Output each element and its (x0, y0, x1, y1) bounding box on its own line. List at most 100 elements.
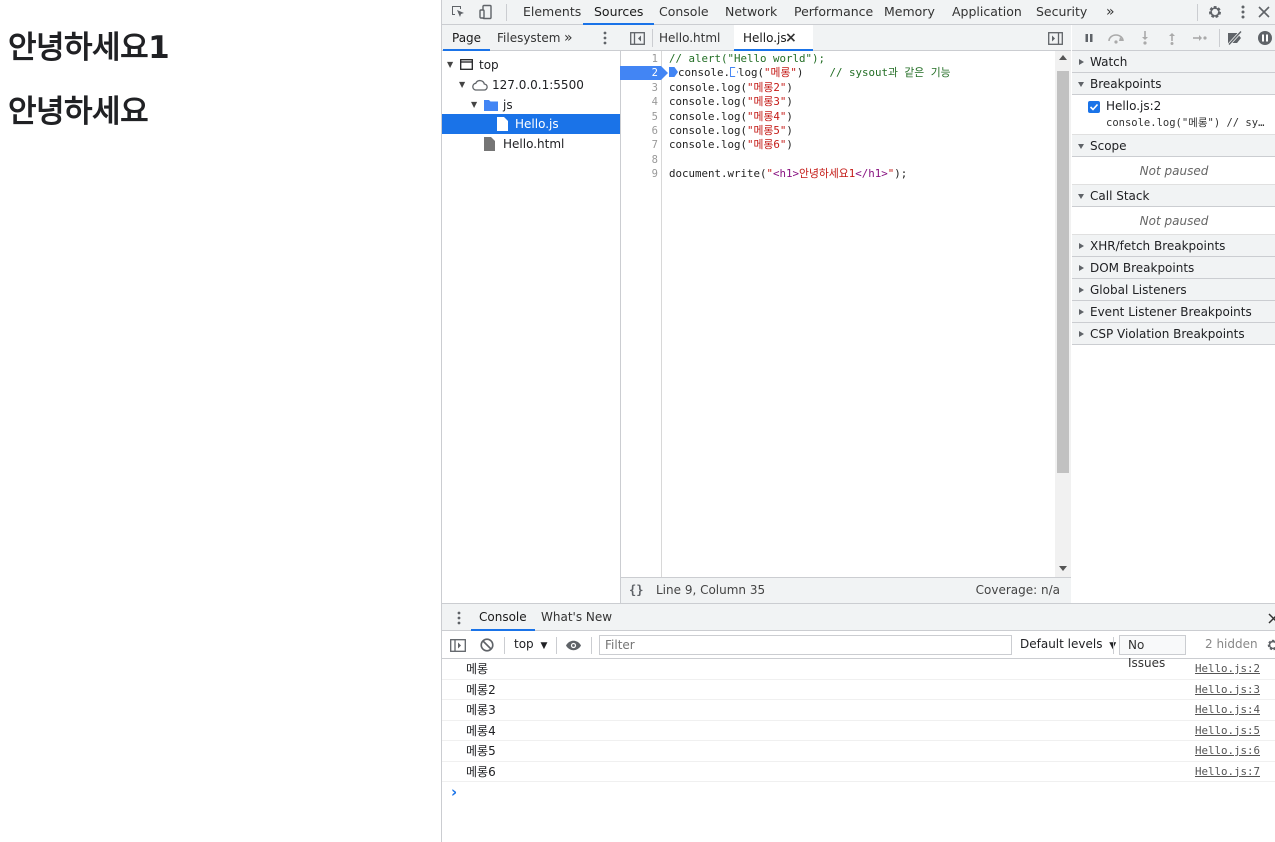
tab-network[interactable]: Network (714, 0, 788, 25)
deactivate-breakpoints-icon[interactable] (1224, 27, 1246, 49)
code-line-5[interactable]: console.log("메롱4") (669, 110, 793, 124)
line-number-gutter[interactable]: 1 2 3 4 5 6 7 8 9 (620, 51, 668, 577)
breakpoint-location[interactable]: Hello.js:2 (1106, 99, 1161, 113)
code-line-2[interactable]: console. log("메롱") // sysout과 같은 기능 (669, 66, 951, 80)
console-message: 메롱3 (466, 703, 496, 717)
tree-item-top[interactable]: ▼ top (442, 55, 620, 75)
heading-1: 안녕하세요1 (8, 30, 170, 66)
step-out-icon[interactable] (1161, 27, 1183, 49)
scrollbar-thumb[interactable] (1057, 71, 1069, 473)
tree-label: Hello.html (503, 137, 565, 151)
section-csp-breakpoints[interactable]: CSP Violation Breakpoints (1072, 323, 1275, 345)
more-nav-tabs-button[interactable]: » (560, 25, 577, 51)
console-toolbar: top ▼ Default levels ▼ No Issues 2 hidde… (442, 631, 1275, 670)
settings-gear-icon[interactable] (1204, 1, 1226, 23)
pause-icon[interactable] (1078, 27, 1100, 49)
tree-item-folder-js[interactable]: ▼ js (442, 95, 620, 115)
tab-console[interactable]: Console (648, 0, 720, 25)
line-number[interactable]: 9 (620, 167, 658, 181)
console-source-link[interactable]: Hello.js:5 (1195, 721, 1260, 741)
scope-not-paused: Not paused (1072, 157, 1275, 185)
console-message: 메롱2 (466, 682, 496, 697)
tab-security[interactable]: Security (1025, 0, 1098, 25)
log-levels-select[interactable]: Default levels ▼ (1020, 637, 1116, 651)
section-scope[interactable]: Scope (1072, 135, 1275, 157)
section-xhr-breakpoints[interactable]: XHR/fetch Breakpoints (1072, 235, 1275, 257)
tree-item-hello-html[interactable]: Hello.html (442, 134, 620, 154)
breakpoint-line-number[interactable]: 2 (620, 66, 668, 80)
section-dom-breakpoints[interactable]: DOM Breakpoints (1072, 257, 1275, 279)
console-message: 메롱5 (466, 744, 496, 758)
step-icon[interactable] (1189, 27, 1211, 49)
close-tab-icon[interactable]: × (785, 25, 797, 51)
live-expression-eye-icon[interactable] (562, 634, 584, 656)
context-select[interactable]: top ▼ (514, 637, 547, 651)
kebab-menu-icon[interactable] (1232, 1, 1254, 23)
toggle-navigator-icon[interactable] (626, 27, 648, 49)
scroll-down-icon[interactable] (1059, 566, 1067, 571)
kebab-menu-icon[interactable] (448, 607, 470, 629)
console-sidebar-icon[interactable] (447, 634, 469, 656)
tree-item-host[interactable]: ▼ 127.0.0.1:5500 (442, 75, 620, 95)
code-line-7[interactable]: console.log("메롱6") (669, 138, 793, 152)
line-number[interactable]: 3 (620, 81, 658, 95)
code-line-3[interactable]: console.log("메롱2") (669, 81, 793, 95)
more-tabs-button[interactable]: » (1095, 0, 1126, 25)
clear-console-icon[interactable] (476, 634, 498, 656)
inline-breakpoint-icon[interactable] (669, 67, 678, 77)
drawer-tab-whats-new[interactable]: What's New (533, 604, 620, 631)
tree-item-hello-js[interactable]: Hello.js (442, 114, 620, 134)
file-tab-hello-js[interactable]: Hello.js (734, 25, 813, 51)
code-line-4[interactable]: console.log("메롱3") (669, 95, 793, 109)
pause-on-exceptions-icon[interactable] (1254, 27, 1275, 49)
cursor-position: Line 9, Column 35 (656, 583, 766, 597)
close-drawer-icon[interactable] (1262, 607, 1275, 629)
kebab-menu-icon[interactable] (594, 27, 616, 49)
step-into-icon[interactable] (1134, 27, 1156, 49)
issues-button[interactable]: No Issues (1119, 635, 1186, 670)
code-line-9[interactable]: document.write("<h1>안녕하세요1</h1>"); (669, 167, 907, 181)
inline-breakpoint-icon[interactable] (730, 67, 739, 77)
file-tab-hello-html[interactable]: Hello.html (650, 25, 729, 51)
step-over-icon[interactable] (1105, 27, 1127, 49)
section-watch[interactable]: Watch (1072, 51, 1275, 73)
console-settings-gear-icon[interactable] (1262, 634, 1275, 656)
line-number[interactable]: 4 (620, 95, 658, 109)
tab-memory[interactable]: Memory (873, 0, 946, 25)
close-devtools-icon[interactable] (1253, 1, 1275, 23)
drawer-tab-console[interactable]: Console (471, 604, 535, 631)
tab-performance[interactable]: Performance (783, 0, 884, 25)
line-number[interactable]: 6 (620, 124, 658, 138)
pretty-print-button[interactable]: {} (629, 578, 643, 603)
section-event-listener-breakpoints[interactable]: Event Listener Breakpoints (1072, 301, 1275, 323)
section-breakpoints[interactable]: Breakpoints (1072, 73, 1275, 95)
tab-page[interactable]: Page (443, 25, 491, 51)
line-number[interactable]: 7 (620, 138, 658, 152)
section-call-stack[interactable]: Call Stack (1072, 185, 1275, 207)
tab-application[interactable]: Application (941, 0, 1033, 25)
console-source-link[interactable]: Hello.js:4 (1195, 700, 1260, 720)
console-source-link[interactable]: Hello.js:3 (1195, 680, 1260, 700)
device-toggle-icon[interactable] (475, 1, 497, 23)
console-source-link[interactable]: Hello.js:6 (1195, 741, 1260, 761)
inspect-element-icon[interactable] (447, 1, 469, 23)
rendered-page: 안녕하세요1 안녕하세요 (0, 0, 441, 842)
scroll-up-icon[interactable] (1059, 55, 1067, 60)
section-global-listeners[interactable]: Global Listeners (1072, 279, 1275, 301)
tab-sources[interactable]: Sources (583, 0, 655, 25)
console-drawer: Console What's New top ▼ Filter Default … (442, 603, 1275, 842)
editor-scrollbar[interactable] (1055, 51, 1071, 577)
filter-input[interactable] (599, 635, 1012, 655)
code-line-1[interactable]: // alert("Hello world"); (669, 52, 825, 66)
line-number[interactable]: 8 (620, 153, 658, 167)
line-number[interactable]: 5 (620, 110, 658, 124)
tab-elements[interactable]: Elements (512, 0, 592, 25)
console-source-link[interactable]: Hello.js:2 (1195, 659, 1260, 679)
tab-filesystem[interactable]: Filesystem (488, 25, 569, 51)
console-source-link[interactable]: Hello.js:7 (1195, 762, 1260, 782)
toggle-debugger-icon[interactable] (1044, 27, 1066, 49)
console-prompt[interactable]: › (442, 782, 1275, 804)
line-number[interactable]: 1 (620, 52, 658, 66)
code-line-6[interactable]: console.log("메롱5") (669, 124, 793, 138)
breakpoint-checkbox[interactable] (1088, 101, 1100, 113)
